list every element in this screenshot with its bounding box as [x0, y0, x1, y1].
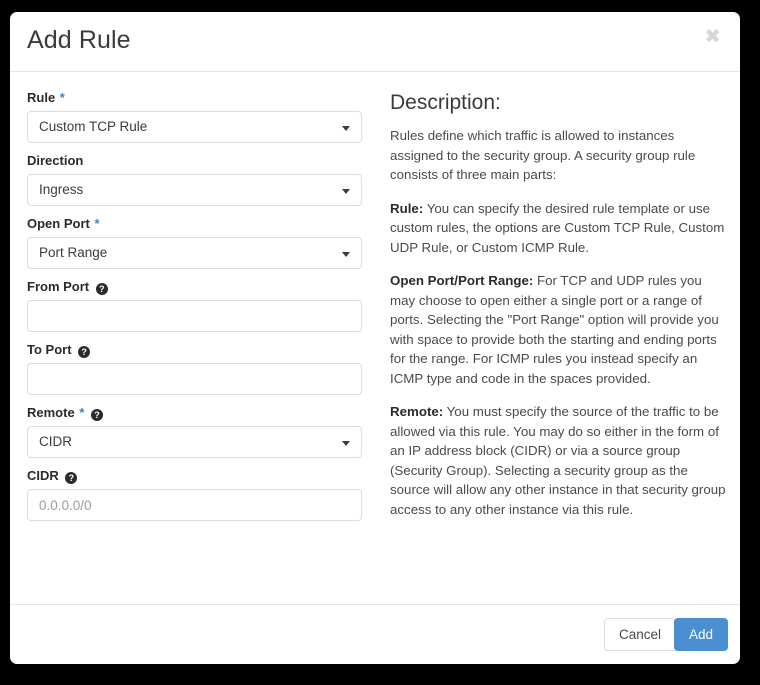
chevron-down-icon — [342, 252, 350, 257]
select-open_port[interactable]: Port Range — [27, 237, 362, 269]
paragraph-text: For TCP and UDP rules you may choose to … — [390, 273, 719, 386]
required-marker: * — [60, 90, 65, 105]
paragraph-text: You can specify the desired rule templat… — [390, 201, 724, 255]
field-remote: Remote * ? CIDR — [27, 405, 372, 458]
chevron-down-icon — [342, 441, 350, 446]
paragraph-lead: Open Port/Port Range: — [390, 273, 533, 288]
select-value: Port Range — [39, 245, 107, 260]
label-to_port: To Port ? — [27, 342, 372, 358]
label-text: Remote — [27, 405, 75, 420]
paragraph-text: You must specify the source of the traff… — [390, 404, 726, 517]
paragraph-lead: Rule: — [390, 201, 423, 216]
page-title: Add Rule — [27, 26, 131, 55]
select-value: Custom TCP Rule — [39, 119, 147, 134]
paragraph-text: Rules define which traffic is allowed to… — [390, 128, 695, 182]
help-icon[interactable]: ? — [91, 409, 103, 421]
select-value: Ingress — [39, 182, 83, 197]
label-text: To Port — [27, 342, 72, 357]
modal-header: Add Rule ✖ — [10, 12, 740, 72]
input-cidr[interactable] — [27, 489, 362, 521]
description-paragraph: Open Port/Port Range: For TCP and UDP ru… — [390, 271, 727, 388]
label-text: From Port — [27, 279, 89, 294]
select-remote[interactable]: CIDR — [27, 426, 362, 458]
description-paragraph: Rule: You can specify the desired rule t… — [390, 199, 727, 258]
help-icon[interactable]: ? — [65, 472, 77, 484]
label-text: Rule — [27, 90, 55, 105]
field-cidr: CIDR ? — [27, 468, 372, 521]
add-rule-modal: Add Rule ✖ Rule * Custom TCP Rule Directio… — [10, 12, 740, 664]
label-open_port: Open Port * — [27, 216, 372, 232]
required-marker: * — [79, 405, 84, 420]
field-rule: Rule * Custom TCP Rule — [27, 90, 372, 143]
input-from_port[interactable] — [27, 300, 362, 332]
field-to_port: To Port ? — [27, 342, 372, 395]
paragraph-lead: Remote: — [390, 404, 443, 419]
required-marker: * — [94, 216, 99, 231]
description-paragraphs: Rules define which traffic is allowed to… — [390, 126, 727, 519]
close-icon[interactable]: ✖ — [698, 23, 727, 51]
field-direction: Direction Ingress — [27, 153, 372, 206]
modal-footer: Cancel Add — [10, 604, 740, 663]
description-paragraph: Remote: You must specify the source of t… — [390, 402, 727, 519]
field-from_port: From Port ? — [27, 279, 372, 332]
input-to_port[interactable] — [27, 363, 362, 395]
chevron-down-icon — [342, 126, 350, 131]
label-text: Direction — [27, 153, 83, 168]
rule-form: Rule * Custom TCP Rule Direction Ingress Ope… — [27, 90, 372, 531]
description-title: Description: — [390, 90, 727, 116]
select-direction[interactable]: Ingress — [27, 174, 362, 206]
select-rule[interactable]: Custom TCP Rule — [27, 111, 362, 143]
field-open_port: Open Port * Port Range — [27, 216, 372, 269]
select-value: CIDR — [39, 434, 72, 449]
add-button[interactable]: Add — [674, 618, 728, 651]
label-text: Open Port — [27, 216, 90, 231]
modal-body: Rule * Custom TCP Rule Direction Ingress Ope… — [10, 72, 740, 604]
help-icon[interactable]: ? — [96, 283, 108, 295]
label-text: CIDR — [27, 468, 59, 483]
label-cidr: CIDR ? — [27, 468, 372, 484]
chevron-down-icon — [342, 189, 350, 194]
description-panel: Description: Rules define which traffic … — [390, 90, 727, 533]
cancel-button[interactable]: Cancel — [604, 618, 676, 651]
description-paragraph: Rules define which traffic is allowed to… — [390, 126, 727, 185]
label-remote: Remote * ? — [27, 405, 372, 421]
label-direction: Direction — [27, 153, 372, 169]
help-icon[interactable]: ? — [78, 346, 90, 358]
label-from_port: From Port ? — [27, 279, 372, 295]
label-rule: Rule * — [27, 90, 372, 106]
